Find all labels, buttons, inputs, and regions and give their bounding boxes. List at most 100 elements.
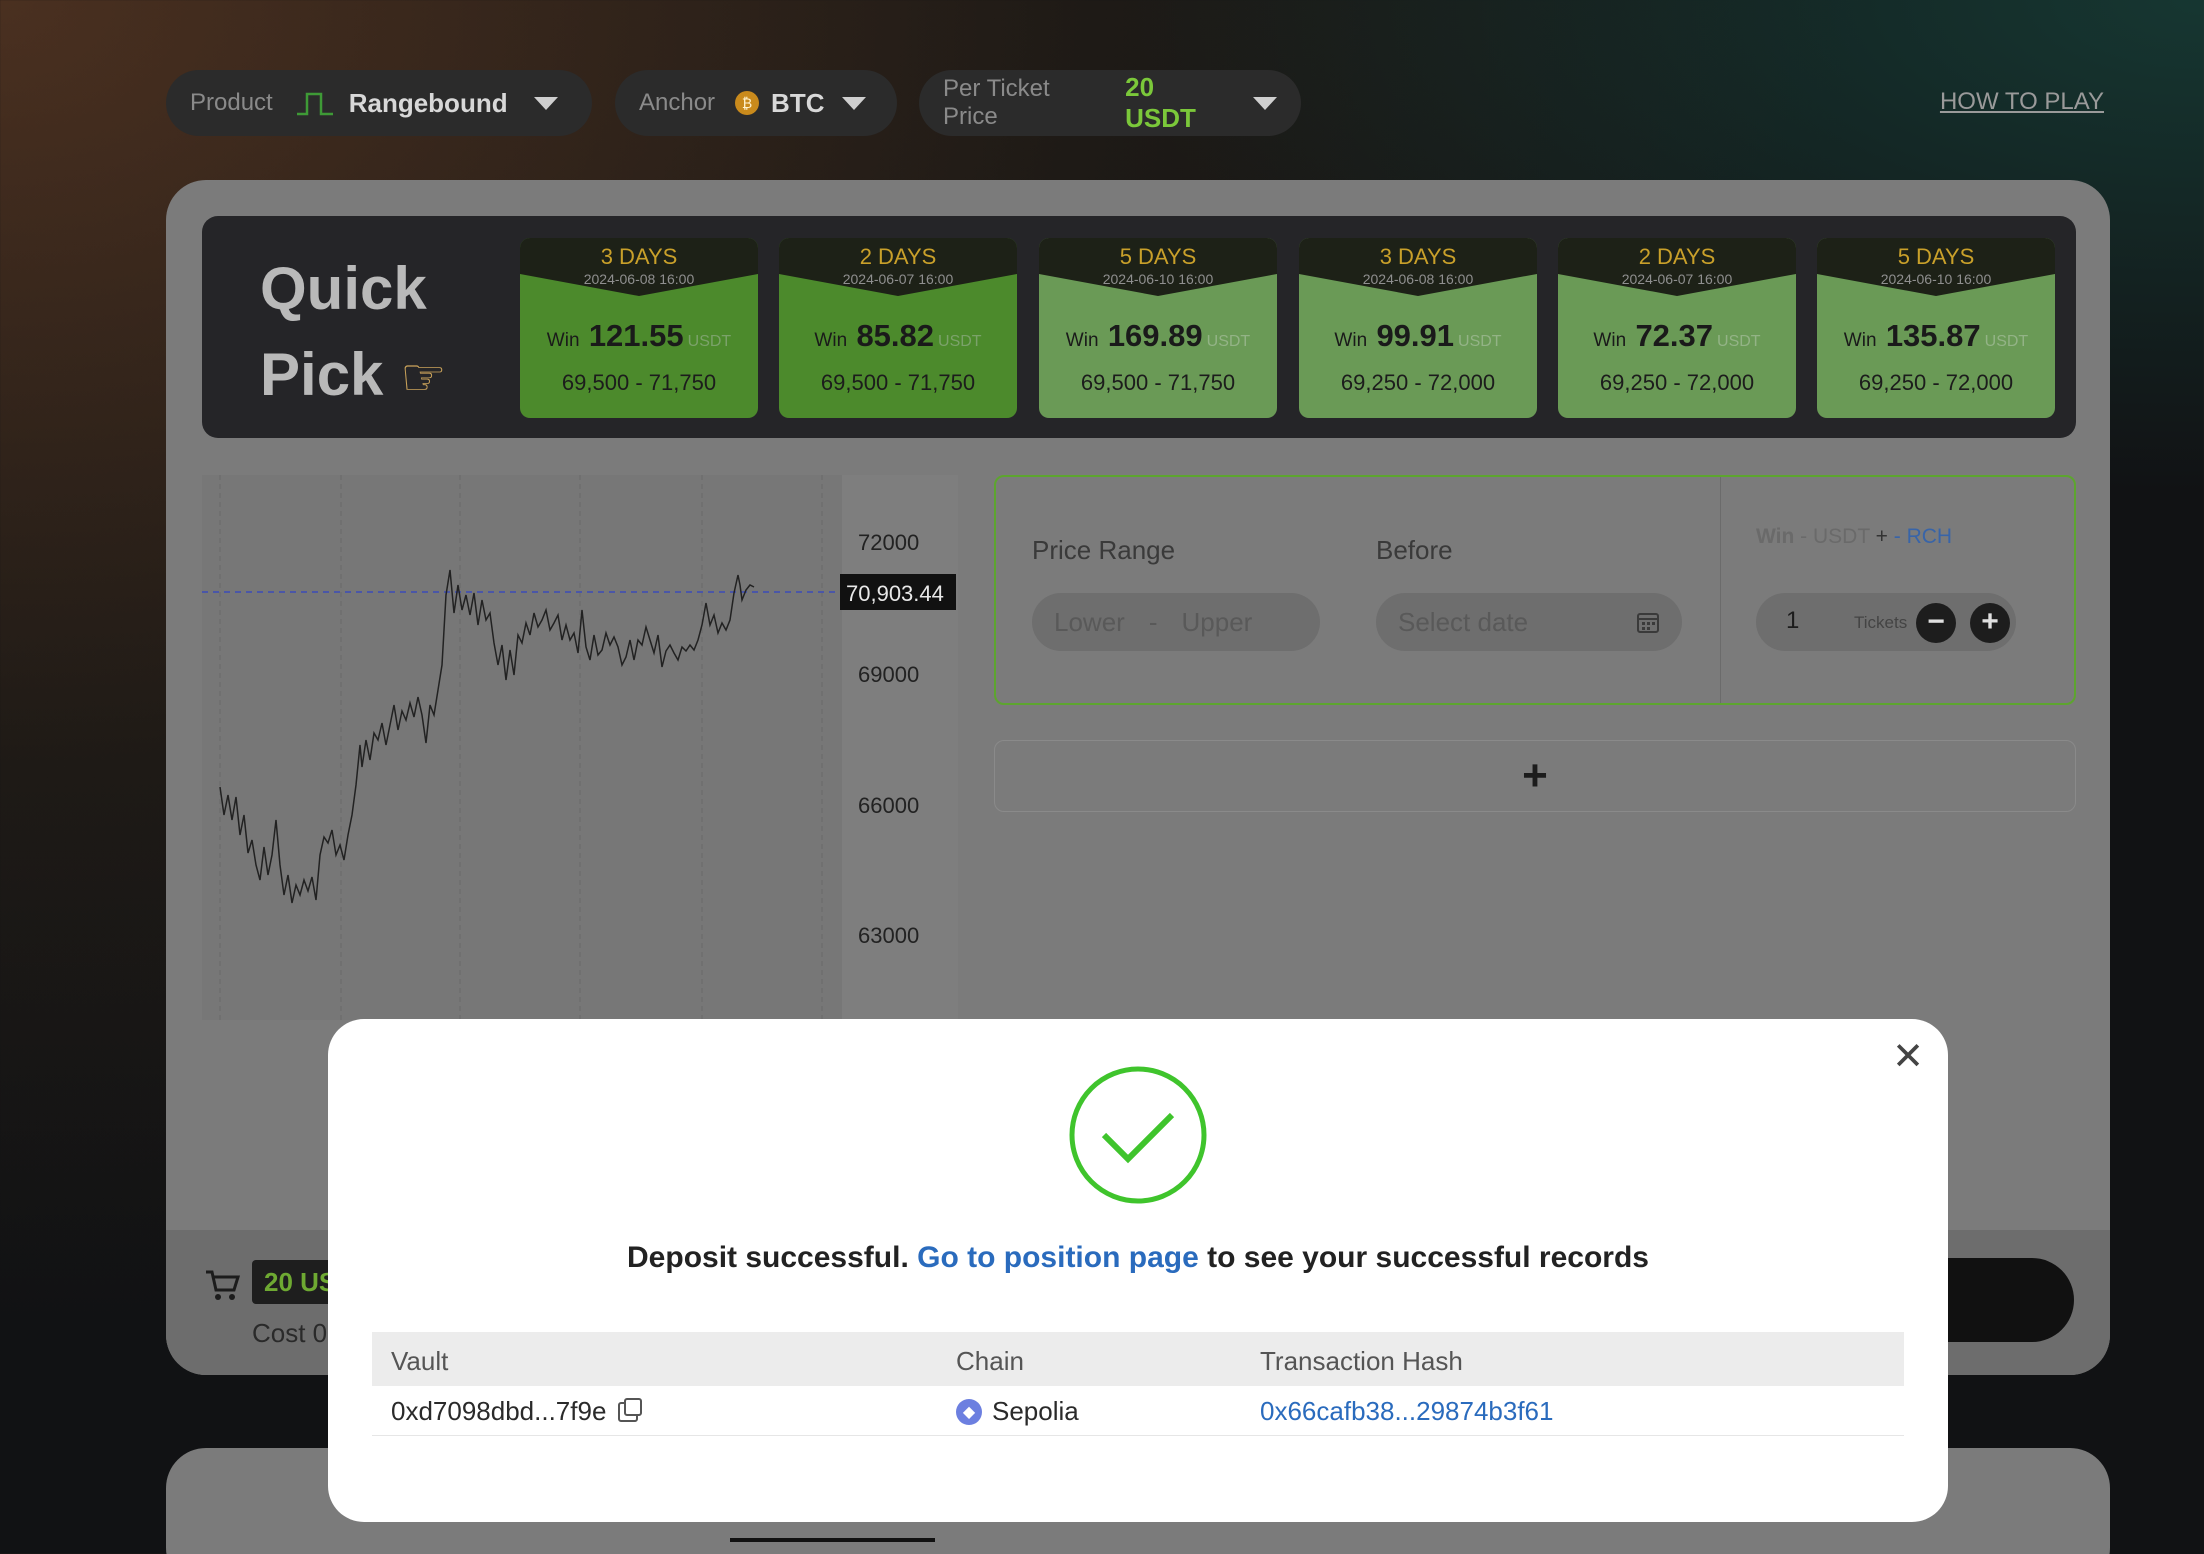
cost-label: Cost 0 [252,1318,328,1348]
win-label: Win [1843,330,1877,351]
chevron-down-icon [1253,96,1277,110]
table-row: 0xd7098dbd...7f9e ◆ Sepolia 0x66cafb38..… [372,1386,1904,1436]
quick-pick-card-header: 5 DAYS 2024-06-10 16:00 [1039,238,1277,296]
lower-placeholder: Lower [1054,606,1125,637]
win-amount: 135.87 [1885,318,1981,353]
win-label: Win [1334,330,1368,351]
quick-pick-date: 2024-06-08 16:00 [1362,271,1474,287]
quick-pick-range: 69,250 - 72,000 [1858,370,2014,395]
quick-pick-card[interactable]: 5 DAYS 2024-06-10 16:00 Win 135.87 USDT 6… [1817,238,2055,418]
win-label: Win [546,330,580,351]
success-message-prefix: Deposit successful. [627,1241,909,1274]
success-message: Deposit successful. Go to position page … [328,1241,1948,1275]
win-unit: USDT [1717,333,1761,350]
quick-pick-range: 69,500 - 71,750 [820,370,976,395]
ticket-count[interactable]: 1 [1786,607,1799,635]
quick-pick-win: Win 85.82 USDT [779,318,1017,354]
win-unit: USDT [938,333,982,350]
calendar-icon [1637,613,1659,633]
win-rch-value: - [1893,525,1901,548]
quick-pick-card[interactable]: 2 DAYS 2024-06-07 16:00 Win 85.82 USDT 69… [779,238,1017,418]
win-label: Win [1593,330,1627,351]
product-value: Rangebound [348,87,508,118]
position-page-link[interactable]: Go to position page [917,1241,1199,1274]
win-estimate: Win - USDT + - RCH [1756,525,1952,549]
close-icon[interactable]: ✕ [1892,1037,1924,1077]
chain-name: Sepolia [992,1396,1079,1426]
ticket-price-label: Per Ticket Price [943,75,1050,130]
win-label: Win [814,330,848,351]
price-chart[interactable]: 72000 69000 66000 63000 70,903.44 05-06 … [202,475,958,1020]
win-unit: USDT [1206,333,1251,350]
quick-pick-title-line2: Pick [260,341,384,408]
transaction-hash-link[interactable]: 0x66cafb38...29874b3f61 [1260,1396,1553,1427]
quick-pick-range: 69,500 - 71,750 [561,370,717,395]
copy-icon[interactable] [618,1397,643,1422]
win-unit: USDT [1458,333,1502,350]
quick-pick-win: Win 135.87 USDT [1817,318,2055,354]
deposit-success-modal: ✕ Deposit successful. Go to position pag… [328,1019,1948,1522]
quick-pick-card[interactable]: 2 DAYS 2024-06-07 16:00 Win 72.37 USDT 69… [1558,238,1796,418]
ticket-price-value: 20 USDT [1125,72,1196,133]
chain-cell: ◆ Sepolia [956,1396,1079,1427]
quick-pick-days: 5 DAYS [1119,244,1197,269]
win-amount: 169.89 [1107,318,1203,353]
quick-pick-card[interactable]: 3 DAYS 2024-06-08 16:00 Win 121.55 USDT 6… [520,238,758,418]
quick-pick-title-line1: Quick [260,255,427,322]
y-tick-label: 69000 [858,662,919,687]
win-prefix: Win [1756,525,1795,548]
success-check-icon [1069,1066,1207,1204]
quick-pick-range: 69,250 - 72,000 [1340,370,1496,395]
quick-pick-card-header: 2 DAYS 2024-06-07 16:00 [1558,238,1796,296]
quick-pick-days: 5 DAYS [1897,244,1975,269]
price-range-label: Price Range [1032,535,1176,565]
quick-pick-days: 2 DAYS [1638,244,1716,269]
quick-pick-range: 69,250 - 72,000 [1599,370,1755,395]
decrease-tickets-button[interactable]: − [1916,603,1956,643]
pointing-hand-icon: ☞ [400,349,447,407]
y-tick-label: 63000 [858,923,919,948]
product-select[interactable]: Product Rangebound [166,70,592,136]
quick-pick-card[interactable]: 5 DAYS 2024-06-10 16:00 Win 169.89 USDT 6… [1039,238,1277,418]
quick-pick-date: 2024-06-10 16:00 [1880,271,1992,287]
win-amount: 72.37 [1635,318,1714,353]
current-price-label: 70,903.44 [846,581,944,606]
quick-pick-card-header: 2 DAYS 2024-06-07 16:00 [779,238,1017,296]
quick-pick-range: 69,500 - 71,750 [1080,370,1236,395]
quick-pick-win: Win 121.55 USDT [520,318,758,354]
chevron-down-icon [533,96,558,110]
quick-pick-date: 2024-06-08 16:00 [583,271,695,287]
before-label: Before [1376,535,1453,565]
chain-header: Chain [956,1346,1024,1376]
how-to-play-link[interactable]: HOW TO PLAY [1940,88,2104,116]
table-header: Vault Chain Transaction Hash [372,1332,1904,1386]
date-placeholder: Select date [1398,606,1529,637]
anchor-label: Anchor [639,89,716,116]
cart-icon [206,1270,240,1300]
quick-pick-win: Win 72.37 USDT [1558,318,1796,354]
win-usdt-unit: USDT [1813,525,1870,548]
range-dash: - [1148,606,1158,637]
vault-address: 0xd7098dbd...7f9e [391,1396,607,1426]
ticket-price-select[interactable]: Per Ticket Price 20 USDT [919,70,1301,136]
win-amount: 121.55 [588,318,684,353]
bet-form: Price Range Lower - Upper Before Select … [994,475,2076,705]
quick-pick-card-header: 5 DAYS 2024-06-10 16:00 [1817,238,2055,296]
price-range-input[interactable]: Lower - Upper [1032,593,1320,651]
anchor-value: BTC [771,87,825,118]
vault-cell: 0xd7098dbd...7f9e [391,1396,643,1427]
increase-tickets-button[interactable]: + [1970,603,2010,643]
tickets-label: Tickets [1854,613,1908,632]
y-tick-label: 66000 [858,793,919,818]
quick-pick-date: 2024-06-10 16:00 [1102,271,1214,287]
date-input[interactable]: Select date [1376,593,1682,651]
quick-pick-days: 3 DAYS [600,244,678,269]
quick-pick-win: Win 169.89 USDT [1039,318,1277,354]
anchor-select[interactable]: Anchor ₿ BTC [615,70,897,136]
quick-pick-card[interactable]: 3 DAYS 2024-06-08 16:00 Win 99.91 USDT 69… [1299,238,1537,418]
bitcoin-icon: ₿ [735,91,760,115]
add-range-button[interactable]: + [994,740,2076,812]
win-amount: 99.91 [1376,318,1455,353]
win-label: Win [1065,330,1099,351]
quick-pick-win: Win 99.91 USDT [1299,318,1537,354]
